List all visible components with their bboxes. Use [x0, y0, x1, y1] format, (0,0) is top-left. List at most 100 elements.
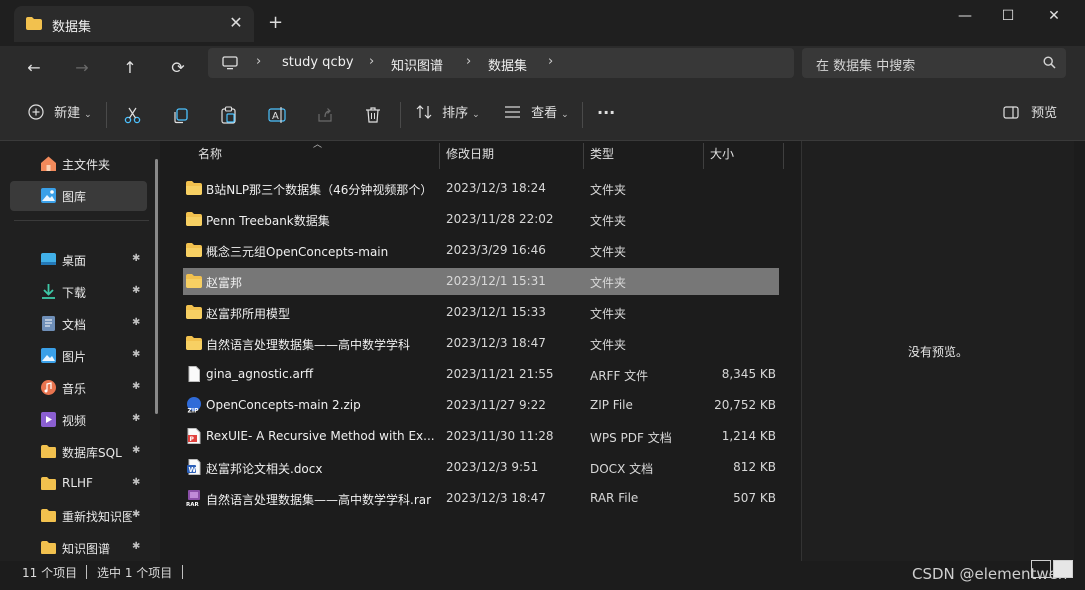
- breadcrumb-item[interactable]: 数据集: [488, 55, 527, 74]
- cut-icon[interactable]: [124, 107, 141, 124]
- new-label: 新建: [54, 106, 81, 121]
- tab-current[interactable]: 数据集 ✕: [14, 6, 254, 42]
- file-row[interactable]: Penn Treebank数据集 2023/11/28 22:02 文件夹: [183, 206, 779, 233]
- search-box[interactable]: 在 数据集 中搜索: [802, 48, 1066, 78]
- pin-icon[interactable]: ✱: [132, 477, 140, 488]
- file-row[interactable]: W 赵富邦论文相关.docx 2023/12/3 9:51 DOCX 文档 812 KB: [183, 454, 779, 481]
- view-list-icon: [505, 106, 520, 118]
- pin-icon[interactable]: ✱: [132, 381, 140, 392]
- close-tab-icon[interactable]: ✕: [226, 12, 246, 34]
- music-icon: [41, 380, 56, 395]
- computer-icon: [222, 56, 238, 70]
- file-name: Penn Treebank数据集: [206, 214, 330, 228]
- navigation-bar: ← → ↑ ⟳ › study qcby › 知识图谱 › 数据集 › 在 数据…: [0, 46, 1085, 90]
- forward-button[interactable]: →: [66, 52, 98, 84]
- sort-label: 排序: [442, 106, 469, 121]
- column-divider[interactable]: [583, 143, 584, 169]
- pin-icon[interactable]: ✱: [132, 253, 140, 264]
- file-row[interactable]: RAR 自然语言处理数据集——高中数学学科.rar 2023/12/3 18:47 R…: [183, 485, 779, 512]
- minimize-button[interactable]: —: [950, 6, 980, 26]
- folder-icon: [41, 509, 56, 522]
- more-options-button[interactable]: ···: [597, 99, 615, 127]
- refresh-button[interactable]: ⟳: [162, 52, 194, 84]
- sidebar-item-folder[interactable]: RLHF ✱: [10, 469, 147, 499]
- file-row[interactable]: 概念三元组OpenConcepts-main 2023/3/29 16:46 文件夹: [183, 237, 779, 264]
- sidebar-item-folder[interactable]: 数据库SQL ✱: [10, 437, 147, 467]
- back-button[interactable]: ←: [18, 52, 50, 84]
- paste-icon[interactable]: [220, 106, 237, 124]
- sidebar-item-desktop[interactable]: 桌面 ✱: [10, 245, 147, 275]
- delete-icon[interactable]: [365, 106, 381, 124]
- file-row[interactable]: 赵富邦 2023/12/1 15:31 文件夹: [183, 268, 779, 295]
- toolbar-divider: [400, 102, 401, 128]
- file-name: 自然语言处理数据集——高中数学学科.rar: [206, 493, 432, 507]
- column-header-name[interactable]: 名称: [198, 145, 222, 169]
- sidebar-item-label: 音乐: [62, 382, 87, 396]
- view-button[interactable]: 查看 ⌄: [504, 100, 569, 128]
- sidebar-item-home[interactable]: 主文件夹: [10, 149, 147, 179]
- download-icon: [42, 284, 55, 299]
- pin-icon[interactable]: ✱: [132, 317, 140, 328]
- sort-button[interactable]: 排序 ⌄: [416, 100, 480, 128]
- file-size: 507 KB: [733, 491, 776, 505]
- pin-icon[interactable]: ✱: [132, 541, 140, 552]
- file-row[interactable]: 赵富邦所用模型 2023/12/1 15:33 文件夹: [183, 299, 779, 326]
- pin-icon[interactable]: ✱: [132, 445, 140, 456]
- up-button[interactable]: ↑: [114, 52, 146, 84]
- column-divider[interactable]: [439, 143, 440, 169]
- breadcrumb-separator: ›: [369, 54, 375, 69]
- sidebar-item-gallery[interactable]: 图库: [10, 181, 147, 211]
- maximize-button[interactable]: ☐: [993, 6, 1023, 26]
- sidebar-item-label: 文档: [62, 318, 87, 332]
- sidebar-scrollbar[interactable]: [155, 159, 158, 414]
- file-type: 文件夹: [590, 245, 627, 259]
- pin-icon[interactable]: ✱: [132, 349, 140, 360]
- sidebar-item-downloads[interactable]: 下载 ✱: [10, 277, 147, 307]
- folder-icon: [41, 541, 56, 554]
- sidebar-item-folder[interactable]: 知识图谱 ✱: [10, 533, 147, 563]
- sidebar-item-music[interactable]: 音乐 ✱: [10, 373, 147, 403]
- sidebar-item-label: 主文件夹: [62, 158, 111, 172]
- file-row[interactable]: P RexUIE- A Recursive Method with Ex... 20…: [183, 423, 779, 450]
- column-header-date[interactable]: 修改日期: [446, 145, 494, 169]
- column-divider[interactable]: [783, 143, 784, 169]
- rename-icon[interactable]: A: [268, 106, 286, 124]
- large-icons-view-button[interactable]: [1053, 560, 1073, 578]
- new-button[interactable]: 新建 ⌄: [28, 100, 92, 128]
- rar-icon: RAR: [186, 490, 202, 508]
- file-row[interactable]: 自然语言处理数据集——高中数学学科 2023/12/3 18:47 文件夹: [183, 330, 779, 357]
- sidebar-item-pictures[interactable]: 图片 ✱: [10, 341, 147, 371]
- sidebar-item-label: 重新找知识图: [62, 510, 132, 524]
- file-name: 概念三元组OpenConcepts-main: [206, 245, 389, 259]
- details-view-button[interactable]: [1031, 560, 1051, 578]
- pin-icon[interactable]: ✱: [132, 285, 140, 296]
- copy-icon[interactable]: [172, 107, 189, 124]
- pin-icon[interactable]: ✱: [132, 413, 140, 424]
- pin-icon[interactable]: ✱: [132, 509, 140, 520]
- svg-text:RAR: RAR: [186, 502, 199, 506]
- sidebar-item-videos[interactable]: 视频 ✱: [10, 405, 147, 435]
- file-type: WPS PDF 文档: [590, 431, 672, 445]
- address-bar[interactable]: › study qcby › 知识图谱 › 数据集 ›: [208, 48, 794, 78]
- breadcrumb-item[interactable]: 知识图谱: [391, 55, 443, 74]
- breadcrumb-item[interactable]: study qcby: [282, 55, 354, 70]
- file-row[interactable]: ZIP OpenConcepts-main 2.zip 2023/11/27 9:2…: [183, 392, 779, 419]
- new-tab-button[interactable]: +: [268, 12, 283, 33]
- file-row[interactable]: gina_agnostic.arff 2023/11/21 21:55 ARFF 文…: [183, 361, 779, 388]
- sidebar-item-documents[interactable]: 文档 ✱: [10, 309, 147, 339]
- folder-icon: [186, 335, 202, 351]
- close-window-button[interactable]: ✕: [1039, 6, 1069, 26]
- sidebar-item-label: 图片: [62, 350, 87, 364]
- share-icon[interactable]: [316, 106, 334, 124]
- preview-pane-button[interactable]: 预览: [1003, 100, 1057, 128]
- sidebar-item-label: 下载: [62, 286, 87, 300]
- pdf-icon: P: [186, 428, 202, 444]
- file-type: 文件夹: [590, 276, 627, 290]
- file-row[interactable]: B站NLP那三个数据集（46分钟视频那个） 2023/12/3 18:24 文件夹: [183, 175, 779, 202]
- sidebar-item-folder[interactable]: 重新找知识图 ✱: [10, 501, 147, 531]
- column-header-type[interactable]: 类型: [590, 145, 614, 169]
- column-divider[interactable]: [703, 143, 704, 169]
- file-size: 20,752 KB: [714, 398, 776, 412]
- navigation-pane: 主文件夹 图库 桌面 ✱ 下载 ✱ 文档 ✱ 图片 ✱ 音乐 ✱ 视频 ✱ 数据…: [0, 141, 160, 561]
- column-header-size[interactable]: 大小: [710, 145, 734, 169]
